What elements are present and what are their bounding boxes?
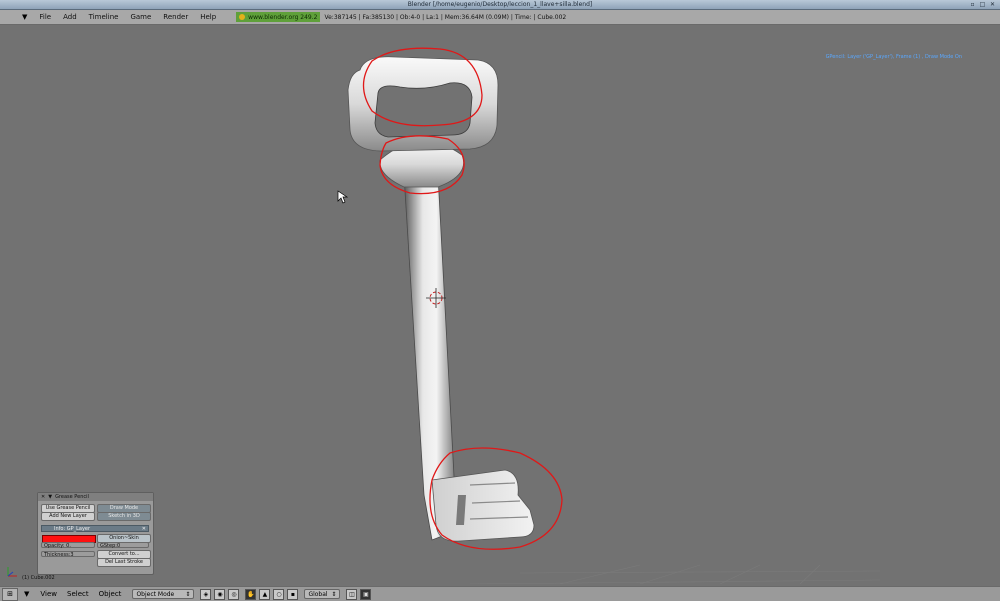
orientation-label: Global [308,590,328,598]
thickness-slider[interactable]: Thickness:3 [41,551,95,558]
menu-object[interactable]: Object [94,590,127,598]
minimize-icon[interactable]: ▫ [969,1,976,8]
header-collapse-icon[interactable]: ▼ [0,13,33,21]
blender-logo-icon [239,14,246,20]
proportional-icon[interactable]: ◎ [228,588,240,600]
window-title: Blender [/home/eugenio/Desktop/leccion_1… [407,1,593,8]
orientation-dropdown-icon: ⇕ [331,590,337,598]
render-preview-icon[interactable]: ▣ [360,588,372,600]
translate-icon[interactable]: ▲ [259,588,271,600]
close-icon[interactable]: ✕ [989,1,996,8]
layer-name: Info: GP_Layer [54,526,91,532]
floor-grid [469,564,881,584]
window-titlebar: Blender [/home/eugenio/Desktop/leccion_1… [0,0,1000,10]
panel-collapse-icon[interactable]: ▼ [48,493,52,501]
hand-manipulator-icon[interactable]: ✋ [245,588,257,600]
menu-game[interactable]: Game [124,13,157,21]
window-controls: ▫ □ ✕ [969,1,996,8]
blender-site-link[interactable]: www.blender.org 249.2 [236,12,321,22]
layers-icon[interactable]: ◫ [346,588,358,600]
gpencil-status-overlay: GPencil: Layer ('GP_Layer'), Frame (1) ,… [825,54,962,60]
editor-type-icon[interactable]: ⊞ [2,587,18,601]
site-label: www.blender.org 249.2 [248,13,318,21]
sketch-in-3d-toggle[interactable]: Sketch in 3D [97,512,151,521]
layer-row[interactable]: Info: GP_Layer ✕ [41,525,149,532]
active-object-label: (1) Cube.002 [22,575,55,581]
scene-stats: Ve:387145 | Fa:385130 | Ob:4-0 | La:1 | … [324,13,567,21]
pivot-icon[interactable]: ◉ [214,588,226,600]
layer-delete-icon[interactable]: ✕ [142,526,146,533]
header-menu-collapse-icon[interactable]: ▼ [24,590,29,598]
panel-title: Grease Pencil [55,494,89,500]
orientation-select[interactable]: Global ⇕ [304,589,341,599]
menu-add[interactable]: Add [57,13,83,21]
gstep-field[interactable]: GStep:0 [97,542,149,549]
panel-close-icon[interactable]: ✕ [41,493,45,501]
menu-help[interactable]: Help [194,13,222,21]
scale-icon[interactable]: ▪ [287,588,299,600]
menu-timeline[interactable]: Timeline [83,13,125,21]
grease-pencil-panel: ✕ ▼ Grease Pencil Use Grease Pencil Draw… [37,492,154,575]
add-new-layer-button[interactable]: Add New Layer [41,512,95,521]
panel-header: ✕ ▼ Grease Pencil [38,493,153,501]
draw-type-icon[interactable]: ◈ [200,588,212,600]
view3d-header: ⊞ ▼ View Select Object Object Mode ⇕ ◈ ◉… [0,586,1000,601]
mode-select[interactable]: Object Mode ⇕ [132,589,195,599]
opacity-slider[interactable]: Opacity: 0. [41,542,95,549]
menu-view[interactable]: View [35,590,62,598]
rotate-icon[interactable]: ○ [273,588,285,600]
axis-gizmo-icon [7,567,17,577]
mode-dropdown-icon: ⇕ [185,590,191,598]
mode-label: Object Mode [136,590,175,598]
menu-file[interactable]: File [33,13,57,21]
menu-render[interactable]: Render [157,13,194,21]
mouse-pointer-icon [337,190,349,204]
key-model [347,56,535,542]
maximize-icon[interactable]: □ [979,1,986,8]
info-header: ▼ File Add Timeline Game Render Help www… [0,10,1000,25]
del-last-stroke-button[interactable]: Del Last Stroke [97,558,151,567]
menu-select[interactable]: Select [62,590,94,598]
